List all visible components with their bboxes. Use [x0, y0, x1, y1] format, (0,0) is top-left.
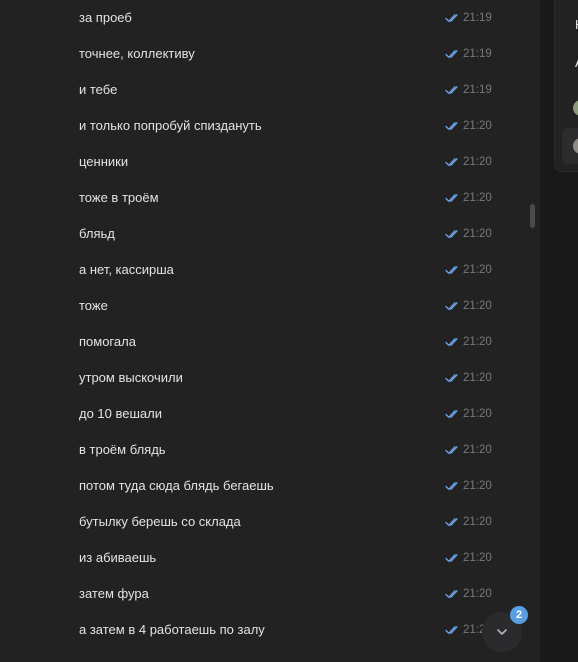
- message-text: а нет, кассирша: [79, 262, 174, 277]
- message-item[interactable]: и только попробуй спиздануть 21:20: [0, 108, 540, 144]
- avatar[interactable]: [573, 100, 578, 116]
- message-time: 21:19: [463, 12, 492, 24]
- message-time: 21:19: [463, 48, 492, 60]
- message-time: 21:20: [463, 300, 492, 312]
- message-text: до 10 вешали: [79, 406, 162, 421]
- message-meta: 21:19: [445, 82, 492, 98]
- message-meta: 21:20: [445, 334, 492, 350]
- message-text: из абиваешь: [79, 550, 157, 565]
- message-item[interactable]: утром выскочили 21:20: [0, 360, 540, 396]
- message-time: 21:20: [463, 588, 492, 600]
- message-meta: 21:20: [445, 190, 492, 206]
- message-text: и тебе: [79, 82, 118, 97]
- message-text: а затем в 4 работаешь по залу: [79, 622, 265, 637]
- message-meta: 21:19: [445, 10, 492, 26]
- message-item[interactable]: до 10 вешали 21:20: [0, 396, 540, 432]
- message-item[interactable]: а затем в 4 работаешь по залу 21:2: [0, 612, 540, 648]
- message-time: 21:20: [463, 408, 492, 420]
- message-item[interactable]: а нет, кассирша 21:20: [0, 252, 540, 288]
- message-meta: 21:19: [445, 46, 492, 62]
- message-meta: 21:2: [445, 622, 485, 638]
- message-text: утром выскочили: [79, 370, 183, 385]
- chevron-down-icon: [497, 629, 507, 635]
- message-item[interactable]: тоже 21:20: [0, 288, 540, 324]
- unread-count-badge: 2: [510, 606, 528, 624]
- message-item[interactable]: потом туда сюда блядь бегаешь 21:20: [0, 468, 540, 504]
- message-text: помогала: [79, 334, 136, 349]
- message-text: тоже: [79, 298, 108, 313]
- read-checkmarks-icon: [445, 626, 458, 634]
- messenger-window: за проеб 21:19 точнее, коллективу 21:19 и те…: [0, 0, 578, 662]
- scrollbar-thumb[interactable]: [530, 204, 535, 228]
- message-time: 21:20: [463, 444, 492, 456]
- message-time: 21:20: [463, 372, 492, 384]
- message-text: ценники: [79, 154, 129, 169]
- read-checkmarks-icon: [445, 302, 458, 310]
- message-time: 21:20: [463, 192, 492, 204]
- message-meta: 21:20: [445, 262, 492, 278]
- message-text: тоже в троём: [79, 190, 159, 205]
- message-time: 21:20: [463, 264, 492, 276]
- message-meta: 21:20: [445, 514, 492, 530]
- read-checkmarks-icon: [445, 590, 458, 598]
- message-item[interactable]: из абиваешь 21:20: [0, 540, 540, 576]
- message-item[interactable]: в троём блядь 21:20: [0, 432, 540, 468]
- message-meta: 21:20: [445, 226, 492, 242]
- chat-history[interactable]: за проеб 21:19 точнее, коллективу 21:19 и те…: [0, 0, 540, 662]
- read-checkmarks-icon: [445, 410, 458, 418]
- message-item[interactable]: бляьд 21:20: [0, 216, 540, 252]
- message-item[interactable]: бутылку берешь со склада 21:20: [0, 504, 540, 540]
- message-meta: 21:20: [445, 442, 492, 458]
- read-checkmarks-icon: [445, 266, 458, 274]
- message-text: за проеб: [79, 10, 132, 25]
- message-text: и только попробуй спиздануть: [79, 118, 262, 133]
- message-meta: 21:20: [445, 550, 492, 566]
- message-item[interactable]: за проеб 21:19: [0, 0, 540, 36]
- message-meta: 21:20: [445, 118, 492, 134]
- read-checkmarks-icon: [445, 122, 458, 130]
- message-text: в троём блядь: [79, 442, 166, 457]
- message-time: 21:20: [463, 120, 492, 132]
- message-item[interactable]: точнее, коллективу 21:19: [0, 36, 540, 72]
- message-time: 21:20: [463, 480, 492, 492]
- conversation-list-panel: Н А: [554, 0, 578, 172]
- message-item[interactable]: тоже в троём 21:20: [0, 180, 540, 216]
- message-time: 21:20: [463, 336, 492, 348]
- read-checkmarks-icon: [445, 518, 458, 526]
- message-time: 21:20: [463, 228, 492, 240]
- read-checkmarks-icon: [445, 374, 458, 382]
- message-text: потом туда сюда блядь бегаешь: [79, 478, 274, 493]
- read-checkmarks-icon: [445, 194, 458, 202]
- message-meta: 21:20: [445, 154, 492, 170]
- read-checkmarks-icon: [445, 446, 458, 454]
- message-text: бляьд: [79, 226, 115, 241]
- message-meta: 21:20: [445, 478, 492, 494]
- read-checkmarks-icon: [445, 230, 458, 238]
- message-meta: 21:20: [445, 298, 492, 314]
- message-time: 21:20: [463, 516, 492, 528]
- read-checkmarks-icon: [445, 482, 458, 490]
- read-checkmarks-icon: [445, 554, 458, 562]
- read-checkmarks-icon: [445, 50, 458, 58]
- message-text: затем фура: [79, 586, 149, 601]
- avatar: [573, 138, 578, 154]
- read-checkmarks-icon: [445, 158, 458, 166]
- message-time: 21:19: [463, 84, 492, 96]
- read-checkmarks-icon: [445, 86, 458, 94]
- message-text: точнее, коллективу: [79, 46, 195, 61]
- message-meta: 21:20: [445, 586, 492, 602]
- message-time: 21:20: [463, 156, 492, 168]
- read-checkmarks-icon: [445, 14, 458, 22]
- message-text: бутылку берешь со склада: [79, 514, 241, 529]
- message-item[interactable]: затем фура 21:20: [0, 576, 540, 612]
- conversation-item-selected[interactable]: [562, 128, 578, 164]
- message-item[interactable]: помогала 21:20: [0, 324, 540, 360]
- message-item[interactable]: и тебе 21:19: [0, 72, 540, 108]
- message-meta: 21:20: [445, 406, 492, 422]
- message-time: 21:20: [463, 552, 492, 564]
- read-checkmarks-icon: [445, 338, 458, 346]
- message-meta: 21:20: [445, 370, 492, 386]
- message-item[interactable]: ценники 21:20: [0, 144, 540, 180]
